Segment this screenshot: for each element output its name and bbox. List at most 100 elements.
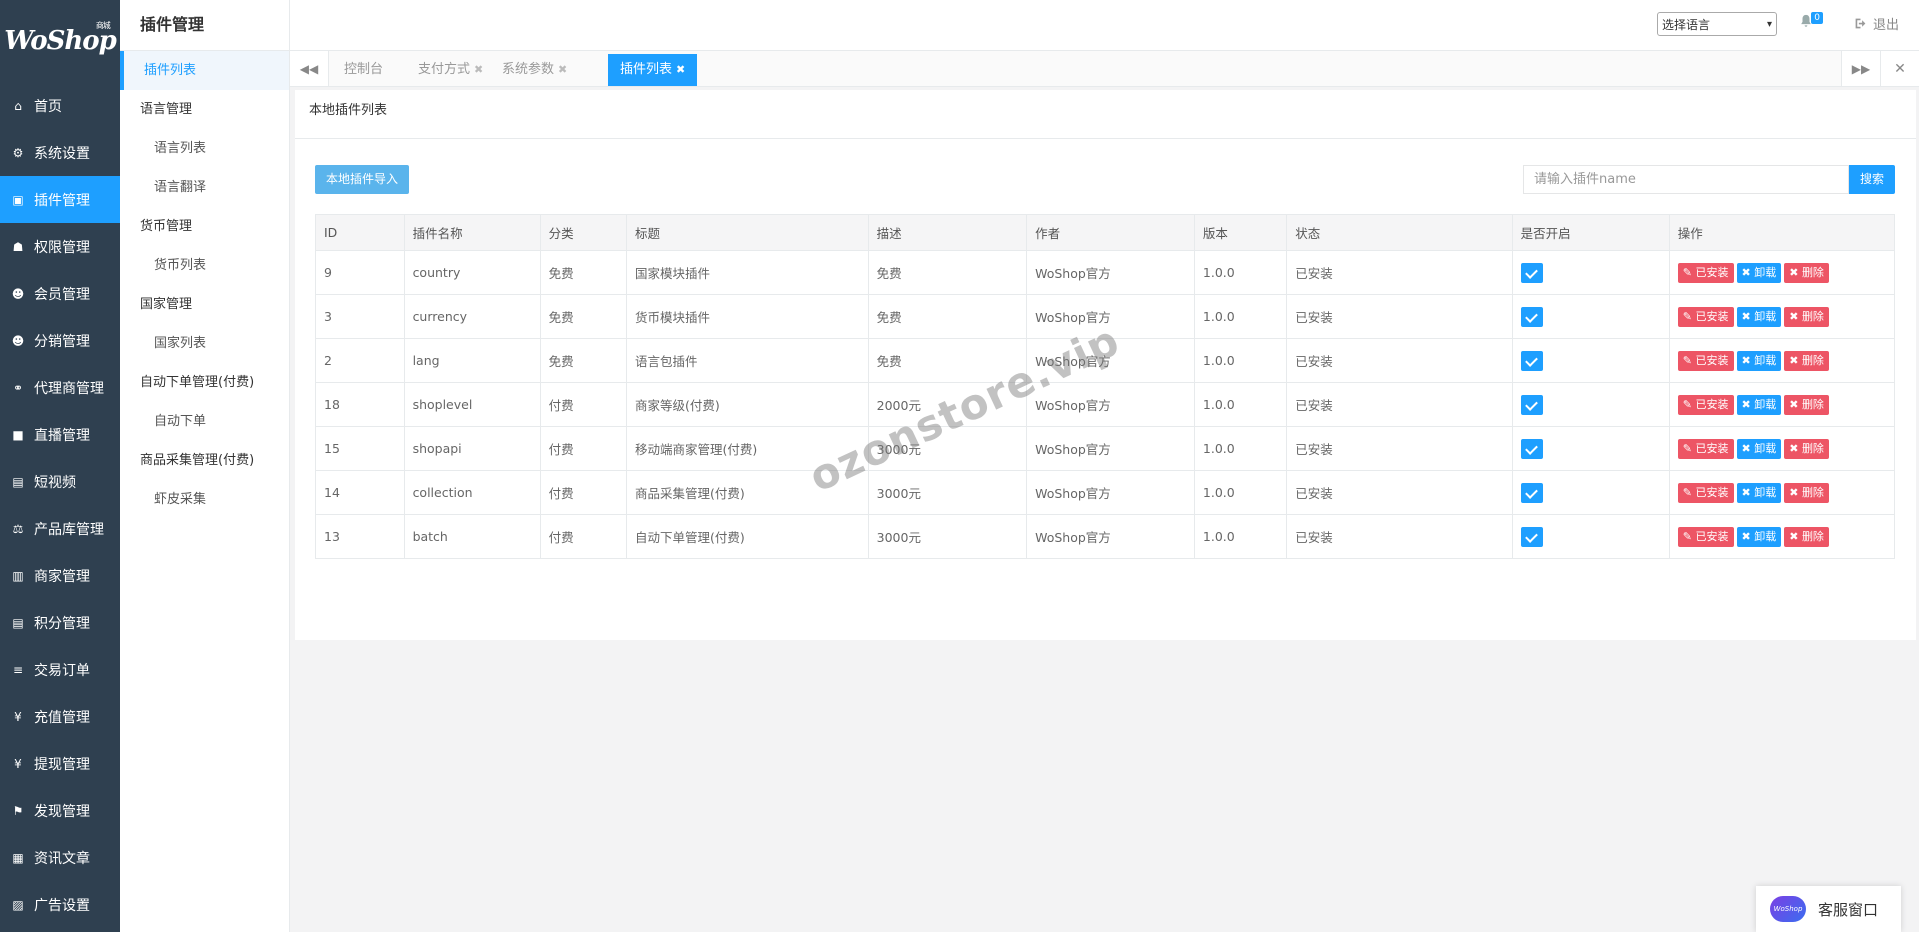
tabs-scroll-left[interactable]: ◀◀	[290, 51, 329, 86]
submenu-item-5[interactable]: 货币列表	[120, 246, 289, 285]
installed-button[interactable]: ✎ 已安装	[1677, 438, 1734, 459]
tabs-scroll-right[interactable]: ▶▶	[1841, 51, 1881, 86]
uninstall-button[interactable]: ✖ 卸载	[1736, 438, 1782, 459]
installed-button[interactable]: ✎ 已安装	[1677, 482, 1734, 503]
submenu-item-11[interactable]: 虾皮采集	[120, 480, 289, 519]
import-local-plugin-button[interactable]: 本地插件导入	[315, 165, 410, 194]
sidebar-item-label: 充值管理	[34, 709, 90, 726]
sidebar-item-10[interactable]: ▥ 商家管理	[0, 552, 120, 599]
uninstall-button[interactable]: ✖ 卸载	[1736, 262, 1782, 283]
sidebar-item-6[interactable]: ⚭ 代理商管理	[0, 364, 120, 411]
delete-button[interactable]: ✖ 删除	[1784, 394, 1829, 415]
uninstall-button[interactable]: ✖ 卸载	[1736, 394, 1782, 415]
file-icon: ▤	[12, 474, 24, 489]
sidebar-item-9[interactable]: ⚖ 产品库管理	[0, 505, 120, 552]
sidebar-item-12[interactable]: ≡ 交易订单	[0, 646, 120, 693]
delete-button[interactable]: ✖ 删除	[1784, 438, 1829, 459]
submenu-item-2[interactable]: 语言列表	[120, 129, 289, 168]
sidebar-item-3[interactable]: ☗ 权限管理	[0, 223, 120, 270]
action-label: 已安装	[1695, 441, 1729, 455]
enabled-checkbox[interactable]	[1520, 306, 1543, 327]
submenu-item-3[interactable]: 语言翻译	[120, 168, 289, 207]
yen-icon: ¥	[14, 709, 22, 724]
table-cell: 已安装	[1286, 382, 1513, 427]
table-cell: 1.0.0	[1193, 426, 1288, 471]
delete-button[interactable]: ✖ 删除	[1784, 482, 1829, 503]
submenu-item-10[interactable]: 商品采集管理(付费)	[120, 441, 289, 480]
installed-button[interactable]: ✎ 已安装	[1677, 262, 1734, 283]
installed-button[interactable]: ✎ 已安装	[1677, 394, 1734, 415]
search-button[interactable]: 搜索	[1849, 165, 1895, 194]
uninstall-button[interactable]: ✖ 卸载	[1736, 482, 1782, 503]
enabled-checkbox[interactable]	[1520, 262, 1543, 283]
sidebar-item-label: 产品库管理	[34, 521, 104, 538]
sidebar-item-17[interactable]: ▨ 广告设置	[0, 881, 120, 928]
tab-1[interactable]: 支付方式 ✖	[406, 54, 495, 86]
delete-button[interactable]: ✖ 删除	[1784, 526, 1829, 547]
table-cell: batch	[403, 514, 541, 559]
delete-button[interactable]: ✖ 删除	[1784, 306, 1829, 327]
enabled-cell	[1511, 426, 1670, 471]
logout-button[interactable]: 退出	[1854, 14, 1899, 33]
table-cell: 2	[315, 338, 405, 383]
installed-button[interactable]: ✎ 已安装	[1677, 350, 1734, 371]
delete-button[interactable]: ✖ 删除	[1784, 262, 1829, 283]
enabled-checkbox[interactable]	[1520, 526, 1543, 547]
submenu-item-9[interactable]: 自动下单	[120, 402, 289, 441]
tab-0[interactable]: 控制台	[332, 54, 395, 86]
sidebar-item-8[interactable]: ▤ 短视频	[0, 458, 120, 505]
customer-service-button[interactable]: WoShop 客服窗口	[1756, 886, 1901, 932]
submenu-item-8[interactable]: 自动下单管理(付费)	[120, 363, 289, 402]
sidebar-item-14[interactable]: ¥ 提现管理	[0, 740, 120, 787]
action-label: 删除	[1801, 353, 1824, 367]
file-icon: ▤	[12, 615, 24, 630]
submenu-item-0[interactable]: 插件列表	[120, 51, 289, 90]
column-header: 版本	[1193, 214, 1288, 251]
uninstall-button[interactable]: ✖ 卸载	[1736, 526, 1782, 547]
plugin-search-input[interactable]: 请输入插件name	[1523, 165, 1849, 194]
table-cell: 9	[315, 250, 405, 295]
delete-button[interactable]: ✖ 删除	[1784, 350, 1829, 371]
sidebar-item-11[interactable]: ▤ 积分管理	[0, 599, 120, 646]
sidebar-item-13[interactable]: ¥ 充值管理	[0, 693, 120, 740]
times-icon: ✖	[1789, 353, 1802, 367]
installed-button[interactable]: ✎ 已安装	[1677, 306, 1734, 327]
brand-logo[interactable]: WoShop 商城	[0, 0, 120, 82]
sidebar-item-4[interactable]: ☻ 会员管理	[0, 270, 120, 317]
enabled-checkbox[interactable]	[1520, 438, 1543, 459]
submenu-item-1[interactable]: 语言管理	[120, 90, 289, 129]
close-icon[interactable]: ✖	[676, 63, 685, 76]
sidebar-item-label: 积分管理	[34, 615, 90, 632]
sidebar-item-0[interactable]: ⌂ 首页	[0, 82, 120, 129]
sidebar-item-label: 商家管理	[34, 568, 90, 585]
submenu-item-4[interactable]: 货币管理	[120, 207, 289, 246]
sidebar-item-15[interactable]: ⚑ 发现管理	[0, 787, 120, 834]
submenu-item-6[interactable]: 国家管理	[120, 285, 289, 324]
table-cell: WoShop官方	[1026, 250, 1195, 295]
close-icon[interactable]: ✖	[558, 63, 567, 76]
tab-2[interactable]: 系统参数 ✖	[490, 54, 579, 86]
enabled-checkbox[interactable]	[1520, 350, 1543, 371]
enabled-checkbox[interactable]	[1520, 394, 1543, 415]
installed-button[interactable]: ✎ 已安装	[1677, 526, 1734, 547]
video-icon: ■	[12, 427, 24, 442]
sidebar-item-16[interactable]: ▦ 资讯文章	[0, 834, 120, 881]
column-header: 分类	[539, 214, 628, 251]
submenu-item-7[interactable]: 国家列表	[120, 324, 289, 363]
enabled-checkbox[interactable]	[1520, 482, 1543, 503]
close-icon[interactable]: ✖	[474, 63, 483, 76]
sidebar-item-7[interactable]: ■ 直播管理	[0, 411, 120, 458]
sidebar-item-2[interactable]: ▣ 插件管理	[0, 176, 120, 223]
sidebar-item-1[interactable]: ⚙ 系统设置	[0, 129, 120, 176]
table-cell: 13	[315, 514, 405, 559]
table-cell: 18	[315, 382, 405, 427]
notification-button[interactable]: 0	[1799, 12, 1823, 32]
uninstall-button[interactable]: ✖ 卸载	[1736, 350, 1782, 371]
close-all-tabs-button[interactable]: ✕	[1881, 51, 1919, 86]
sidebar-item-5[interactable]: ☻ 分销管理	[0, 317, 120, 364]
action-label: 删除	[1801, 265, 1824, 279]
tab-3[interactable]: 插件列表 ✖	[608, 54, 698, 86]
uninstall-button[interactable]: ✖ 卸载	[1736, 306, 1782, 327]
table-cell: 已安装	[1286, 426, 1513, 471]
language-select[interactable]: 选择语言 ▾	[1657, 12, 1777, 36]
